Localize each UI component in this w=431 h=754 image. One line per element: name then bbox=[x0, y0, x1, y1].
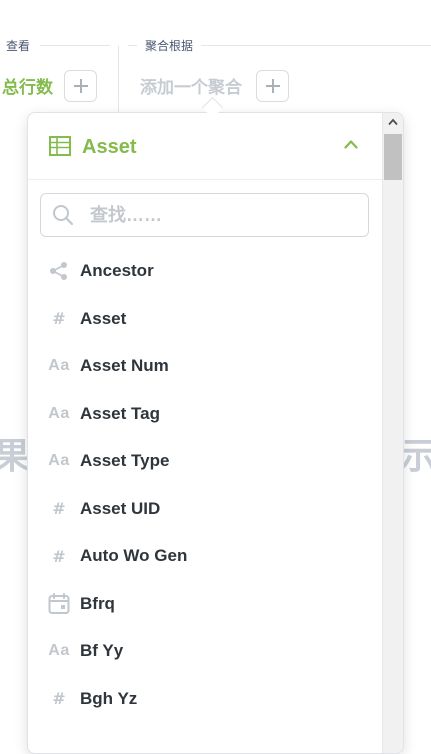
view-rule bbox=[40, 45, 110, 46]
hash-icon: # bbox=[52, 689, 66, 708]
field-item[interactable]: Aa Bf Yy bbox=[28, 627, 382, 675]
field-label: Bfrq bbox=[80, 593, 115, 613]
table-section-header[interactable]: Asset bbox=[28, 113, 382, 180]
field-label: Bf Yy bbox=[80, 641, 124, 660]
field-label: Ancestor bbox=[80, 261, 154, 280]
field-label: Asset Tag bbox=[80, 403, 160, 423]
group-section-label: 聚合根据 bbox=[137, 38, 202, 54]
text-icon: Aa bbox=[48, 452, 70, 469]
view-section-label: 查看 bbox=[6, 38, 39, 54]
field-picker-popover: Asset Ancestor # Asset Aa Asset Num Aa Asset T… bbox=[27, 112, 404, 754]
field-label: Asset Num bbox=[80, 356, 169, 375]
scrollbar-thumb[interactable] bbox=[384, 134, 402, 180]
field-label: Asset Type bbox=[80, 451, 170, 470]
field-item[interactable]: Aa Asset Tag bbox=[28, 390, 382, 438]
text-icon: Aa bbox=[48, 357, 70, 374]
plus-icon bbox=[73, 79, 88, 93]
text-icon: Aa bbox=[48, 642, 70, 659]
field-item[interactable]: # Bgh Yz bbox=[28, 675, 382, 723]
scroll-up-arrow-icon[interactable] bbox=[388, 118, 398, 126]
section-divider bbox=[118, 46, 119, 116]
field-label: Auto Wo Gen bbox=[80, 546, 188, 565]
field-item[interactable]: # Asset UID bbox=[28, 485, 382, 533]
metric-count-rows[interactable]: 总行数 bbox=[2, 77, 53, 99]
field-list: Ancestor # Asset Aa Asset Num Aa Asset Tag Aa As… bbox=[28, 247, 382, 722]
field-label: Asset UID bbox=[80, 498, 161, 518]
hash-icon: # bbox=[52, 309, 66, 328]
field-search-box[interactable] bbox=[40, 193, 369, 237]
add-group-placeholder[interactable]: 添加一个聚合 bbox=[140, 77, 242, 99]
field-item[interactable]: Bfrq bbox=[28, 580, 382, 628]
hash-icon: # bbox=[52, 499, 66, 518]
search-icon bbox=[53, 205, 74, 226]
background-empty-text-right: 示 bbox=[400, 435, 431, 476]
field-item[interactable]: # Asset bbox=[28, 295, 382, 343]
field-item[interactable]: Aa Asset Num bbox=[28, 342, 382, 390]
hash-icon: # bbox=[52, 546, 66, 566]
plus-icon bbox=[265, 79, 280, 93]
add-group-button[interactable] bbox=[256, 70, 289, 102]
share-icon bbox=[48, 260, 70, 282]
calendar-icon bbox=[48, 592, 70, 615]
table-title: Asset bbox=[82, 136, 137, 158]
field-item[interactable]: Ancestor bbox=[28, 247, 382, 295]
field-search-input[interactable] bbox=[90, 204, 350, 226]
add-metric-button[interactable] bbox=[64, 70, 97, 102]
chevron-up-icon[interactable] bbox=[344, 139, 358, 149]
popover-scrollbar[interactable] bbox=[382, 113, 403, 753]
field-label: Asset bbox=[80, 308, 127, 328]
field-item[interactable]: Aa Asset Type bbox=[28, 437, 382, 485]
text-icon: Aa bbox=[48, 404, 70, 422]
table-icon bbox=[49, 136, 71, 156]
field-item[interactable]: # Auto Wo Gen bbox=[28, 532, 382, 580]
field-label: Bgh Yz bbox=[80, 688, 138, 708]
